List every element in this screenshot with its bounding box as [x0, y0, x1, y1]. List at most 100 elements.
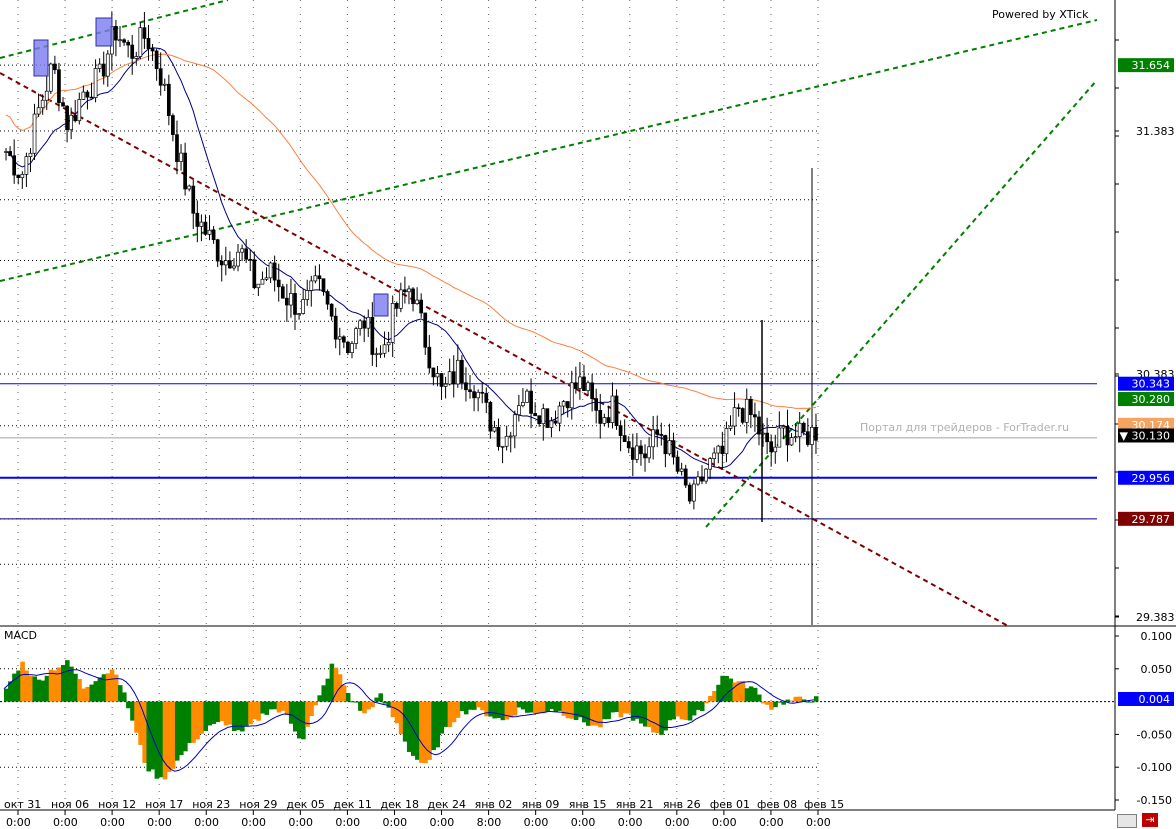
candle-body [797, 422, 802, 437]
macd-bar [117, 685, 123, 702]
candle-body [118, 39, 122, 42]
macd-bar [581, 701, 587, 723]
candle-body [590, 382, 594, 399]
macd-bar [73, 673, 78, 702]
candle-body [443, 383, 448, 387]
macd-bar [150, 701, 156, 770]
macd-bar [504, 701, 510, 720]
macd-bar [459, 701, 465, 712]
time-hour-label: 8:00 [477, 816, 502, 829]
candle-body [504, 435, 509, 447]
candle-body [398, 289, 403, 309]
candle-body [635, 445, 639, 460]
candle-body [561, 401, 566, 407]
scroll-lock-icon[interactable] [1117, 814, 1137, 828]
macd-bar [769, 701, 774, 710]
macd-bar [773, 701, 778, 708]
macd-bar [541, 701, 546, 714]
macd-bar [630, 701, 636, 721]
candle-body [183, 152, 187, 190]
time-hour-label: 0:00 [571, 816, 596, 829]
macd-bar [651, 701, 656, 733]
macd-bar [488, 701, 493, 717]
macd-bar [500, 701, 506, 721]
candle-body [248, 258, 253, 261]
candle-body [687, 484, 692, 502]
macd-bar [358, 701, 363, 711]
macd-bar [455, 701, 461, 718]
time-hour-label: 0:00 [147, 816, 172, 829]
candle-body [647, 446, 651, 459]
candle-body [337, 336, 342, 340]
macd-bar [89, 684, 95, 702]
macd-bar [272, 701, 278, 710]
macd-bar [199, 701, 204, 734]
candle-body [4, 151, 8, 153]
candle-body [378, 352, 383, 355]
candle-body [744, 398, 749, 423]
macd-bar [122, 692, 127, 702]
candle-body [407, 288, 411, 293]
macd-bar [472, 701, 477, 710]
candle-body [240, 248, 244, 253]
macd-bar [362, 701, 367, 714]
candle-body [77, 99, 82, 122]
candle-body [696, 476, 700, 485]
time-hour-label: 0:00 [618, 816, 643, 829]
candle-body [500, 445, 505, 448]
macd-bar [659, 701, 664, 735]
macd-bar [44, 675, 50, 702]
macd-bar [48, 669, 54, 702]
candle-body [122, 39, 126, 43]
candle-body [65, 105, 69, 131]
candle-body [757, 416, 761, 435]
candle-body [264, 277, 269, 280]
candle-body [557, 405, 562, 424]
macd-bar [687, 701, 693, 721]
candle-body [781, 425, 786, 429]
macd-bar [809, 701, 815, 703]
candle-body [175, 134, 179, 162]
candle-body [289, 293, 293, 306]
candle-body [305, 290, 310, 300]
candle-body [114, 26, 118, 41]
time-date-label: янв 21 [616, 798, 654, 811]
macd-bar [280, 701, 286, 711]
macd-bar [415, 701, 420, 760]
macd-bar [638, 701, 644, 724]
macd-bar [602, 701, 607, 720]
macd-bar [699, 701, 705, 712]
macd-bar [683, 701, 689, 721]
candle-body [162, 83, 167, 86]
trend-lines [0, 0, 1098, 628]
candle-body [789, 437, 794, 446]
macd-bar [382, 701, 388, 704]
candle-body [28, 152, 33, 158]
macd-bar [484, 701, 489, 717]
candle-body [659, 434, 664, 436]
macd-bar [752, 687, 758, 702]
highlight-box [95, 17, 113, 47]
scroll-to-end-button[interactable]: ⇥ [1142, 813, 1158, 827]
macd-bar [20, 661, 25, 702]
candle-body [740, 408, 745, 423]
time-hour-label: 0:00 [241, 816, 266, 829]
candle-body [223, 260, 228, 266]
candle-body [138, 27, 143, 57]
time-date-label: янв 15 [569, 798, 607, 811]
candle-body [313, 275, 318, 282]
candle-body [293, 293, 297, 315]
candle-body [415, 299, 419, 305]
candle-body [44, 90, 49, 101]
macd-bar [561, 701, 567, 716]
candle-body [309, 280, 314, 291]
candle-body [386, 341, 391, 346]
candle-body [81, 91, 86, 100]
candle-body [40, 99, 45, 109]
macd-bar [4, 688, 9, 702]
macd-bar [174, 701, 180, 761]
candle-body [805, 431, 810, 445]
macd-bar [642, 701, 648, 727]
moving-averages [5, 47, 817, 469]
candle-body [630, 447, 635, 460]
